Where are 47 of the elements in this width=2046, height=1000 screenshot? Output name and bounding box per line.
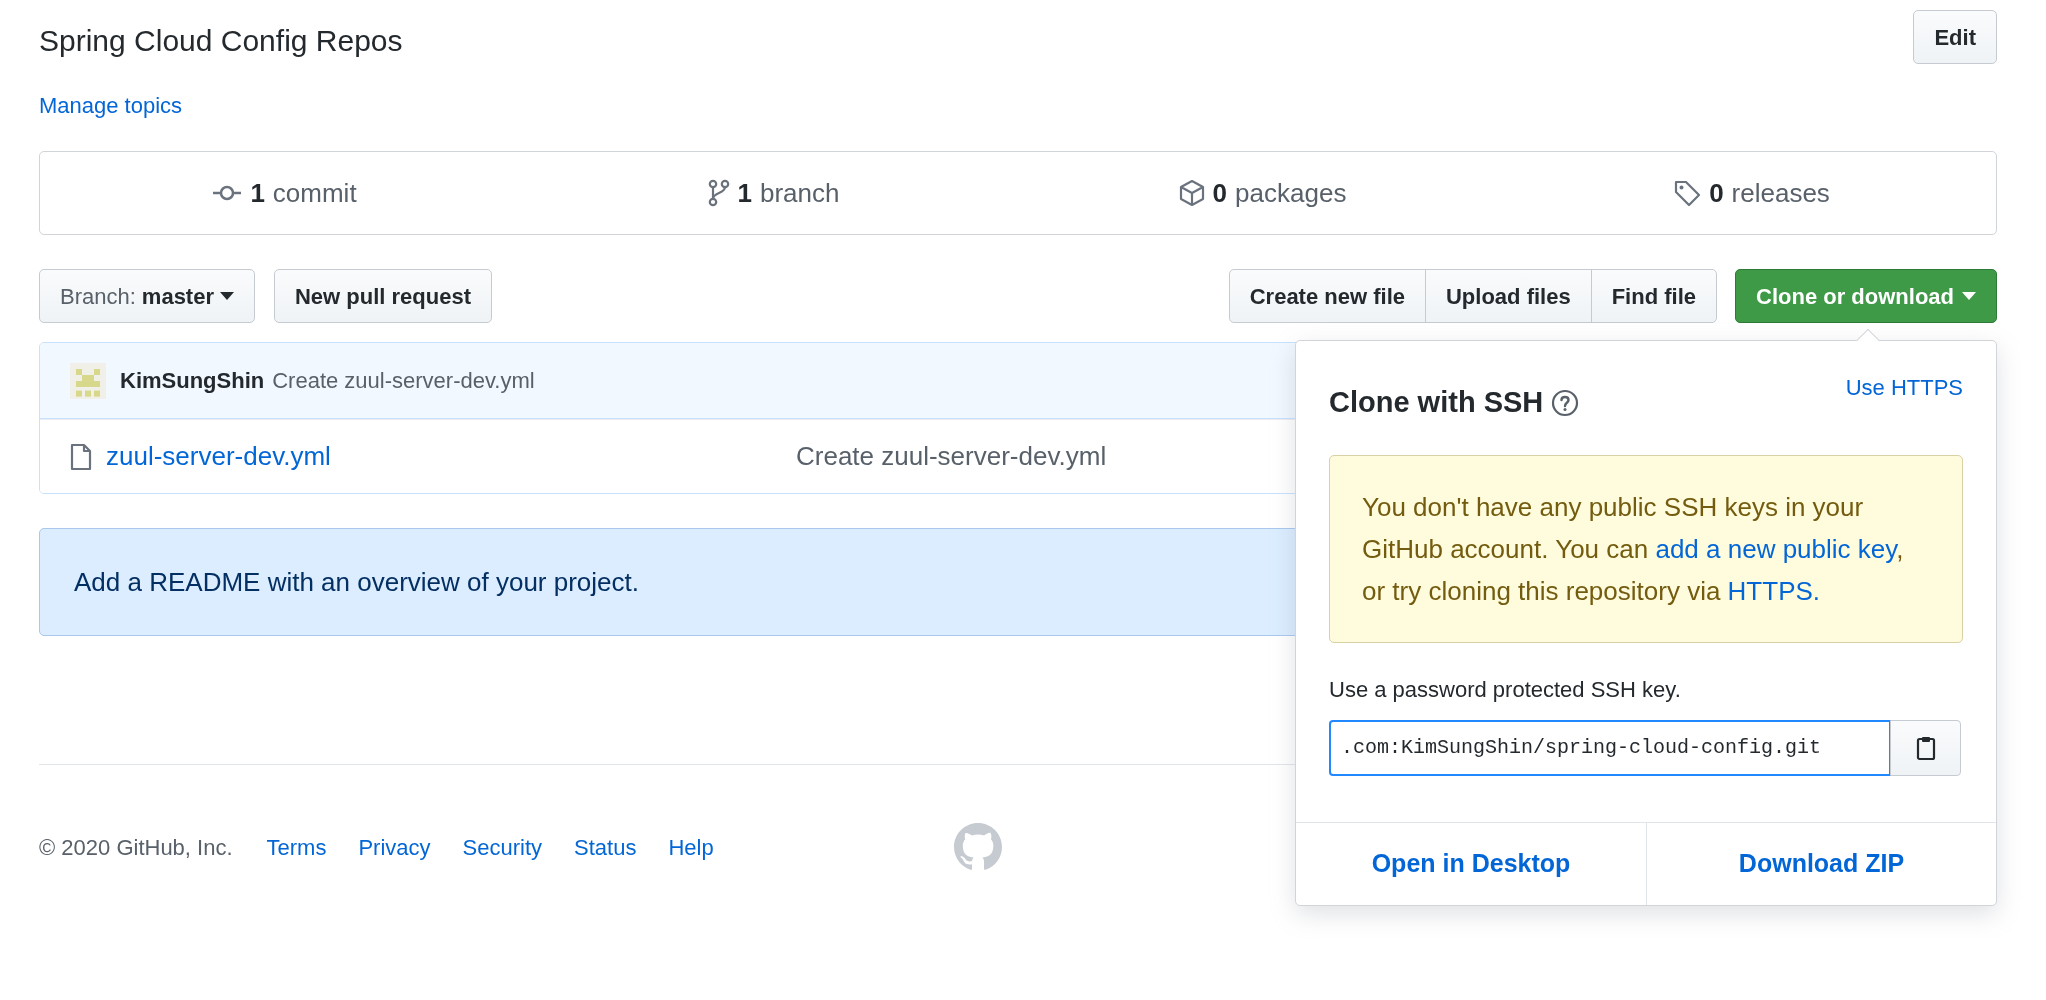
copyright-text: © 2020 GitHub, Inc. bbox=[39, 833, 233, 862]
clone-url-field[interactable]: .com:KimSungShin/spring-cloud-config.git bbox=[1329, 719, 1891, 776]
help-icon[interactable] bbox=[1551, 388, 1580, 417]
stat-link[interactable]: 1 commit bbox=[40, 152, 529, 234]
commit-icon bbox=[212, 183, 243, 203]
dropdown-title: Clone with SSH bbox=[1329, 385, 1544, 420]
github-logo-icon bbox=[953, 823, 1002, 871]
stat-link[interactable]: 1 branch bbox=[529, 152, 1018, 234]
file-action-button[interactable]: Find file bbox=[1590, 269, 1717, 323]
edit-button[interactable]: Edit bbox=[1913, 10, 1997, 64]
commit-author-link[interactable]: KimSungShin bbox=[120, 364, 265, 397]
caret-icon bbox=[1962, 292, 1976, 300]
file-action-button[interactable]: Upload files bbox=[1425, 269, 1592, 323]
clone-download-button[interactable]: Clone or download bbox=[1735, 269, 1997, 323]
readme-prompt: Add a README with an overview of your project. bbox=[74, 565, 640, 599]
caret-icon bbox=[220, 292, 234, 300]
commit-message-link[interactable]: Create zuul-server-dev.yml bbox=[272, 364, 535, 397]
stat-link[interactable]: 0 packages bbox=[1018, 152, 1507, 234]
footer-link[interactable]: Status bbox=[574, 830, 637, 864]
copy-url-button[interactable] bbox=[1890, 719, 1961, 776]
branch-name: master bbox=[141, 282, 214, 311]
ssh-key-hint: Use a password protected SSH key. bbox=[1329, 675, 1682, 704]
use-https-link[interactable]: Use HTTPS bbox=[1845, 371, 1963, 404]
file-icon bbox=[70, 442, 92, 471]
branch-select[interactable]: Branch: master bbox=[39, 269, 255, 323]
file-commit-message[interactable]: Create zuul-server-dev.yml bbox=[796, 437, 1107, 476]
stat-link[interactable]: 0 releases bbox=[1507, 152, 1996, 234]
avatar-icon bbox=[70, 362, 106, 399]
notice-link[interactable]: add a new public key bbox=[1655, 533, 1897, 564]
footer-link[interactable]: Help bbox=[668, 830, 714, 864]
tag-icon bbox=[1673, 179, 1702, 207]
footer-link[interactable]: Privacy bbox=[358, 830, 431, 864]
branch-icon bbox=[707, 179, 730, 207]
file-name-link[interactable]: zuul-server-dev.yml bbox=[106, 437, 796, 476]
package-icon bbox=[1178, 179, 1205, 207]
branch-label: Branch: bbox=[60, 282, 136, 311]
dropdown-action-link[interactable]: Open in Desktop bbox=[1296, 822, 1646, 905]
footer-link[interactable]: Security bbox=[462, 830, 543, 864]
notice-link[interactable]: HTTPS. bbox=[1727, 575, 1821, 606]
file-action-button[interactable]: Create new file bbox=[1228, 269, 1426, 323]
clipboard-icon bbox=[1915, 734, 1936, 761]
ssh-key-notice: You don't have any public SSH keys in your GitHub account. You can add a new public key, or try cloning this repository via HTTPS. bbox=[1329, 454, 1963, 643]
manage-topics-link[interactable]: Manage topics bbox=[39, 89, 183, 122]
new-pull-request-button[interactable]: New pull request bbox=[274, 269, 493, 323]
footer-link[interactable]: Terms bbox=[266, 830, 327, 864]
dropdown-action-link[interactable]: Download ZIP bbox=[1646, 822, 1996, 905]
repo-description: Spring Cloud Config Repos bbox=[39, 23, 403, 59]
